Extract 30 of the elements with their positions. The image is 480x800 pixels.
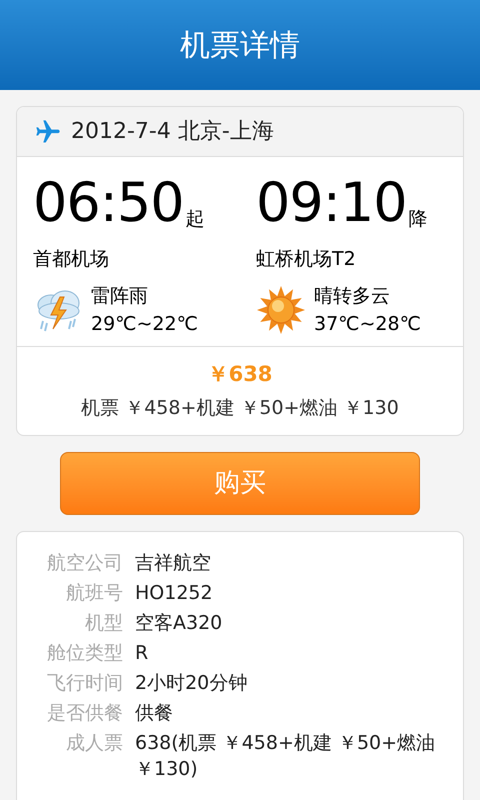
temperature-range: 29℃~22℃: [91, 312, 198, 336]
detail-value: HO1252: [135, 580, 213, 606]
detail-value: 供餐: [135, 700, 173, 726]
time-label: 起: [186, 206, 205, 232]
flight-time: 09:10: [256, 170, 407, 236]
price-breakdown: 机票 ￥458+机建 ￥50+燃油 ￥130: [81, 396, 399, 421]
detail-label: 是否供餐: [46, 700, 123, 726]
route-date: 2012-7-4 北京-上海: [71, 118, 274, 146]
sun-icon: [256, 284, 306, 334]
weather-text: 晴转多云: [314, 284, 391, 308]
detail-value: 空客A320: [135, 610, 222, 636]
detail-label: 飞行时间: [46, 670, 123, 696]
temperature-range: 37℃~28℃: [314, 312, 421, 336]
weather-text: 雷阵雨: [91, 284, 149, 308]
detail-label: 航空公司: [46, 550, 123, 576]
detail-label: 舱位类型: [46, 640, 123, 666]
flight-time: 06:50: [33, 170, 184, 236]
detail-value: 吉祥航空: [135, 550, 211, 576]
detail-label: 航班号: [65, 580, 123, 606]
detail-value: 2小时20分钟: [135, 670, 248, 696]
detail-value: R: [135, 640, 148, 666]
airport-name: 虹桥机场T2: [256, 247, 356, 272]
time-label: 降: [408, 206, 428, 232]
buy-button[interactable]: 购买: [60, 452, 420, 514]
detail-label: 成人票: [65, 730, 123, 756]
detail-label: 机型: [84, 610, 123, 636]
page-title: 机票详情: [180, 26, 300, 64]
total-price: ￥638: [208, 360, 272, 388]
detail-value: 638(机票 ￥458+机建 ￥50+燃油￥130): [135, 730, 436, 782]
airport-name: 首都机场: [33, 247, 109, 272]
